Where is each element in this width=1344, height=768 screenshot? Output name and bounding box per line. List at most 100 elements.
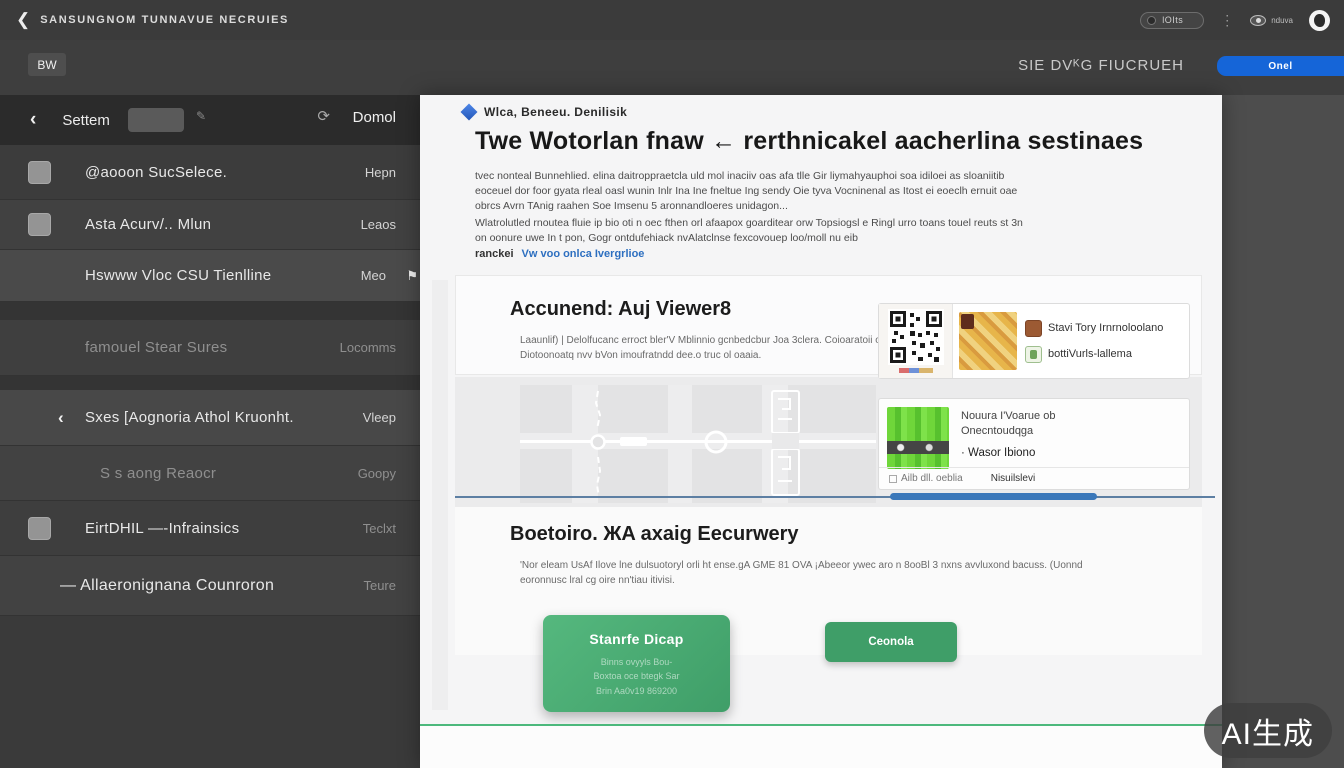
card2-footer-right[interactable]: Nisuilslevi [991,473,1035,484]
sidebar-item-6[interactable]: EirtDHIL —-Infrainsics Teclxt [0,501,420,556]
checkbox[interactable] [28,213,51,236]
sidebar-item-5[interactable]: S s aong Reaocr Goopy [0,446,420,501]
eyebrow-label: Wlca, Beneeu. Denilisik [484,105,628,119]
toggle-switch[interactable]: lOIts [1140,11,1205,29]
sidebar-item-label: Sxes [Aognoria Athol Kruonht. [85,409,294,426]
learn-more-link[interactable]: Vw voo onlca Ivergrlioe [522,248,645,260]
topbar-controls: lOIts ⋮ nduva [1140,0,1330,40]
chevron-left-icon: ‹ [58,407,64,427]
app-title: SANSUNGNOM TUNNAVUE NECRUIES [40,14,289,26]
card2-line-1: Nouura I'Voarue ob [961,410,1056,422]
tiny-checkbox [889,474,897,483]
ai-watermark: AI生成 [1203,703,1332,758]
sidebar-item-2[interactable]: Hswww Vloc CSU Tienlline Meo ⚑ [0,250,420,302]
map-thumbnail [887,407,949,469]
link-prefix: ranckei [475,248,514,260]
refresh-icon[interactable]: ⟳ [317,107,330,125]
sidebar-item-value: Hepn [364,164,396,180]
card2-footer-left[interactable]: Ailb dll. oeblia [889,473,963,484]
dialog-paragraph-1: tvec nonteal Bunnehlied. elina daitroppr… [475,170,1018,212]
horizontal-scrollbar-track [455,496,1215,498]
link-row: ranckei Vw voo onlca Ivergrlioe [475,248,644,260]
sidebar-search-input[interactable] [128,108,184,132]
sidebar-spacer [0,302,420,320]
viewer-row-label: Stavi Tory Irnrnoloolano [1048,322,1164,334]
dialog-footer-strip [420,726,1222,768]
app-window: ❮ SANSUNGNOM TUNNAVUE NECRUIES lOIts ⋮ n… [0,0,1344,768]
edit-pencil-icon[interactable]: ✎ [196,109,206,123]
sidebar-title: Settem [62,111,110,129]
eye-label: nduva [1271,15,1293,25]
dialog-title: Twe Wotorlan fnaw ← rerthnicakel aacherl… [475,127,1144,155]
dialog-eyebrow: Wlca, Beneeu. Denilisik [460,103,628,121]
qr-caption [898,368,933,373]
sidebar-action-label[interactable]: Domol [353,109,396,126]
sidebar-item-value: Teure [363,578,396,593]
back-arrow-icon[interactable]: ❮ [16,10,30,30]
sidebar-item-label: @aooon SucSelece. [85,163,228,181]
qr-code [887,309,944,365]
button-subtext-2: Boxtoa oce btegk Sar [593,671,680,682]
qr-box [879,304,953,378]
leaf-icon [1025,345,1042,363]
sidebar-item-value: Goopy [357,465,396,481]
sidebar-item-label: Hswww Vloc CSU Tienlline [85,267,272,284]
sidebar-item-value: Leaos [360,217,396,232]
store-icon [1025,319,1042,337]
section-2-title: Boetoiro. ЖA axaig Eecurwery [510,523,799,545]
bw-tab[interactable]: BW [28,53,66,76]
sidebar-item-0[interactable]: @aooon SucSelece. Hepn [0,145,420,200]
background-overlay [1222,95,1344,768]
checkbox[interactable] [28,516,51,540]
sidebar-item-4[interactable]: ‹ Sxes [Aognoria Athol Kruonht. Vleep [0,390,420,446]
sidebar-spacer [0,376,420,390]
section-2-body: 'Nor eleam UsAf Ilove lne dulsuotoryl or… [520,560,1083,586]
flag-icon: ⚑ [406,267,418,283]
eye-icon [1250,14,1267,26]
dialog-paragraph-2: Wlatrolutled rnoutea fluie ip bio oti n … [475,217,1023,244]
card2-bullet: · Wasor Ibiono [961,447,1036,459]
card2-footer: Ailb dll. oeblia Nisuilslevi [879,467,1189,489]
sidebar-item-label: — Allaeronignana Counroron [60,576,275,594]
thumbnail-road-band [887,441,949,454]
left-gutter [432,280,448,710]
sidebar-item-value: Meo [360,268,386,283]
sidebar-item-label: EirtDHIL —-Infrainsics [85,519,240,537]
toggle-label: lOIts [1162,15,1184,25]
sidebar-item-7[interactable]: — Allaeronignana Counroron Teure [0,556,420,616]
start-backup-button[interactable]: Stanrfe Dicap Binns ovyyls Bou- Boxtoa o… [543,615,730,712]
visibility-control[interactable]: nduva [1250,14,1293,26]
sidebar-item-label: Asta Acurv/.. Mlun [85,216,212,233]
avatar[interactable] [1309,9,1330,31]
sidebar: ‹ Settem ✎ ⟳ Domol @aooon SucSelece. Hep… [0,95,420,768]
mosaic-thumbnail [959,312,1017,370]
horizontal-scrollbar-thumb[interactable] [890,493,1097,500]
viewer-row-2[interactable]: bottiVurls-lallema [1025,345,1163,363]
viewer-row-label: bottiVurls-lallema [1048,348,1132,360]
top-bar: ❮ SANSUNGNOM TUNNAVUE NECRUIES lOIts ⋮ n… [0,0,1344,40]
back-chevron-icon[interactable]: ‹ [30,109,36,131]
viewer-card-1[interactable]: Stavi Tory Irnrnoloolano bottiVurls-lall… [878,303,1190,379]
header-text: SIE DVᴷG FIUCRUEH [1018,57,1184,74]
button-subtext-3: Brin Aa0v19 869200 [595,685,678,696]
card2-line-2: Onecntoudqga [961,424,1034,437]
diamond-icon [460,103,478,121]
sidebar-item-label: famouel Stear Sures [85,339,228,356]
cancel-button[interactable]: Ceonola [825,622,957,662]
primary-action-button[interactable]: Onel [1217,56,1344,76]
start-backup-label: Stanrfe Dicap [589,630,684,647]
sidebar-item-1[interactable]: Asta Acurv/.. Mlun Leaos [0,200,420,250]
sidebar-item-3[interactable]: famouel Stear Sures Locomms [0,320,420,376]
viewer-row-1[interactable]: Stavi Tory Irnrnoloolano [1025,319,1164,337]
map-wireframe-preview [520,385,876,503]
button-subtext-1: Binns ovyyls Bou- [600,656,673,667]
sidebar-item-value: Teclxt [362,520,396,536]
kebab-menu-icon[interactable]: ⋮ [1220,13,1234,27]
toggle-knob [1147,15,1157,25]
sidebar-header: ‹ Settem ✎ ⟳ Domol [0,95,420,145]
checkbox[interactable] [28,160,51,184]
viewer-card-2[interactable]: Nouura I'Voarue ob Onecntoudqga · Wasor … [878,398,1190,490]
sidebar-item-value: Vleep [362,410,396,425]
thumbnail-badge [961,314,974,329]
section-1-body: Laaunlif) | Delolfucanc erroct bler'V Mb… [520,335,900,361]
